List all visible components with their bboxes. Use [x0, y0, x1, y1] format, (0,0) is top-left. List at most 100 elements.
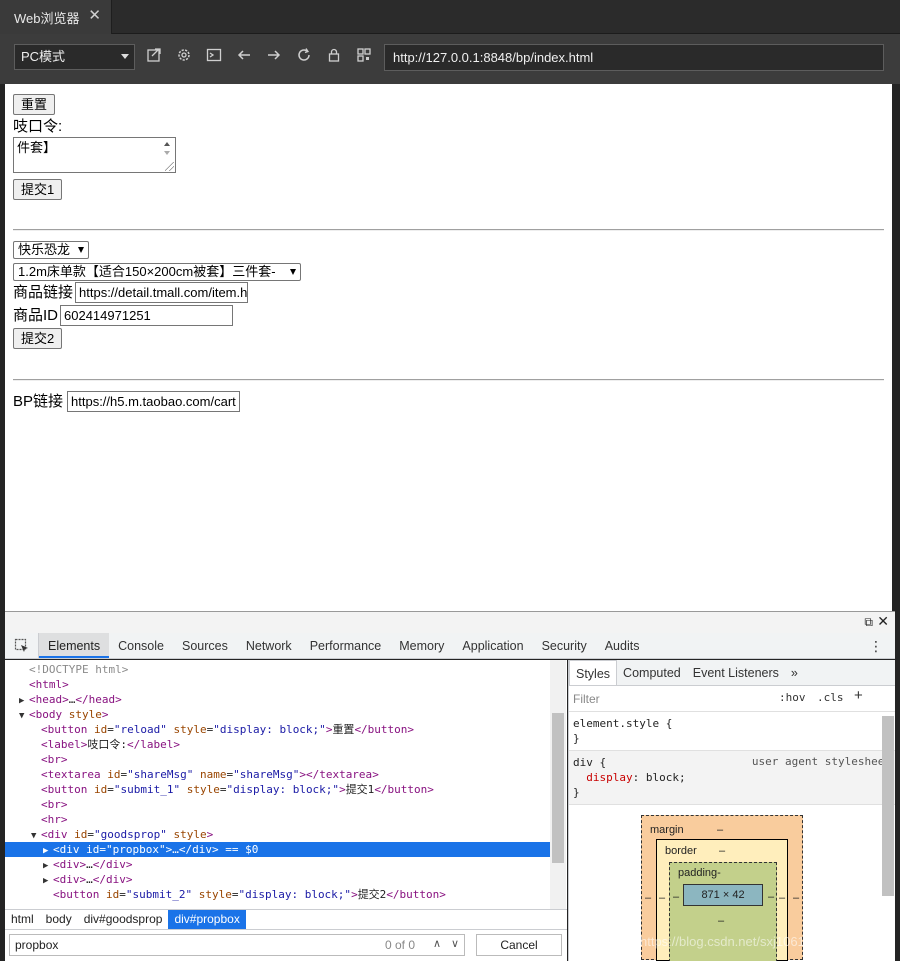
margin-right-value: – [793, 892, 800, 904]
border-top-value: – [719, 845, 726, 857]
search-next-icon[interactable]: ∨ [451, 937, 459, 950]
product-link-input[interactable]: https://detail.tmall.com/item.h [75, 282, 249, 303]
close-brace: } [573, 732, 580, 745]
browser-tab-title: Web浏览器 [14, 10, 80, 26]
submit-2-button[interactable]: 提交2 [13, 328, 63, 349]
styles-tab[interactable]: Computed [617, 660, 687, 685]
dom-node[interactable]: <textarea id="shareMsg" name="shareMsg">… [5, 767, 550, 782]
reload-icon[interactable] [294, 47, 314, 67]
dom-node-selected[interactable]: ••• ▶ <div id="propbox">…</div> == $0 [5, 842, 550, 857]
dom-node[interactable]: <br> [5, 797, 550, 812]
dom-node[interactable]: ▼ <body style> [5, 707, 550, 722]
forward-arrow-icon[interactable] [264, 47, 284, 67]
devtools-tab-console[interactable]: Console [109, 633, 173, 658]
cls-toggle[interactable]: .cls [817, 691, 844, 704]
dom-node[interactable]: <br> [5, 752, 550, 767]
search-prev-icon[interactable]: ∧ [433, 937, 441, 950]
devtools-header: ⧉ ✕ [5, 611, 895, 633]
div-rule[interactable]: div { user agent stylesheet display: blo… [569, 751, 895, 805]
dom-node[interactable]: ▶ <div>…</div> [5, 857, 550, 872]
breadcrumb-item[interactable]: html [5, 910, 40, 929]
dom-node[interactable]: ▶ <div>…</div> [5, 872, 550, 887]
padding-label: padding- [678, 867, 721, 879]
mode-select-value: PC模式 [21, 49, 66, 64]
devtools-tabs: Elements Console Sources Network Performance… [5, 633, 895, 659]
mode-select[interactable]: PC模式 [14, 44, 135, 70]
breadcrumb-item[interactable]: body [40, 910, 78, 929]
border-label: border [665, 845, 697, 857]
inspect-element-icon[interactable] [5, 633, 39, 658]
hov-toggle[interactable]: :hov [779, 691, 806, 704]
padding-right-value: – [768, 891, 775, 903]
styles-tab[interactable]: » [785, 660, 804, 685]
dom-search-bar: propbox 0 of 0 ∧ ∨ Cancel [5, 929, 567, 961]
dom-node[interactable]: ▶ <head>…</head> [5, 692, 550, 707]
margin-top-value: – [717, 824, 724, 836]
url-input[interactable]: http://127.0.0.1:8848/bp/index.html [384, 44, 884, 71]
box-model-content[interactable]: 871 × 42 [683, 884, 763, 906]
breadcrumb-item[interactable]: div#propbox [168, 910, 246, 929]
close-devtools-icon[interactable]: ✕ [877, 613, 889, 630]
terminal-icon[interactable] [204, 47, 224, 67]
node-actions-icon[interactable]: ••• [7, 842, 27, 857]
browser-tab[interactable]: Web浏览器 ✕ [0, 0, 112, 34]
dom-node[interactable]: <button id="submit_1" style="display: bl… [5, 782, 550, 797]
devtools-tab-elements[interactable]: Elements [39, 633, 110, 658]
dom-node[interactable]: <button id="reload" style="display: bloc… [5, 722, 550, 737]
dom-node[interactable]: <hr> [5, 812, 550, 827]
styles-tab[interactable]: Styles [569, 660, 618, 685]
back-arrow-icon[interactable] [234, 47, 254, 67]
dom-node[interactable]: ▼ <div id="goodsprop" style> [5, 827, 550, 842]
dom-node[interactable]: <!DOCTYPE html> [5, 662, 550, 677]
product-id-label: 商品ID [13, 306, 59, 324]
product-id-input[interactable]: 602414971251 [60, 305, 234, 326]
qr-code-icon[interactable] [354, 47, 374, 67]
margin-left-value: – [645, 892, 652, 904]
submit-1-button[interactable]: 提交1 [13, 179, 63, 200]
devtools-tab-network[interactable]: Network [237, 633, 301, 658]
shop-select[interactable]: 快乐恐龙 [13, 241, 90, 259]
border-right-value: – [779, 892, 786, 904]
share-msg-textarea[interactable]: 件套】 [13, 137, 176, 173]
reset-button[interactable]: 重置 [13, 94, 56, 115]
lock-icon[interactable] [324, 47, 344, 67]
new-rule-icon[interactable]: + [854, 687, 863, 704]
dom-node[interactable]: <button id="submit_2" style="display: bl… [5, 887, 550, 902]
bp-link-label: BP链接 [13, 392, 64, 410]
bp-link-input[interactable]: https://h5.m.taobao.com/cart [67, 391, 241, 412]
styles-scrollbar-thumb[interactable] [882, 716, 894, 896]
styles-filter[interactable]: Filter :hov .cls + [569, 686, 895, 712]
product-link-label: 商品链接 [13, 283, 74, 301]
padding-bottom-value: – [718, 915, 725, 927]
rule-source: user agent stylesheet [751, 755, 891, 768]
close-brace: } [573, 786, 580, 799]
gear-icon[interactable] [174, 47, 194, 67]
element-style-rule[interactable]: element.style { } [569, 712, 895, 751]
undock-icon[interactable]: ⧉ [864, 615, 873, 630]
close-tab-icon[interactable]: ✕ [88, 8, 101, 24]
external-link-icon[interactable] [144, 47, 164, 67]
product-select-value: 1.2m床单款【适合150×200cm被套】三件套- [18, 264, 276, 279]
resize-grip-icon[interactable] [165, 162, 174, 171]
border-left-value: – [659, 892, 666, 904]
dom-node[interactable]: <label>吱口令:</label> [5, 737, 550, 752]
devtools-tab-performance[interactable]: Performance [301, 633, 391, 658]
breadcrumb-item[interactable]: div#goodsprop [78, 910, 169, 929]
cancel-button[interactable]: Cancel [476, 934, 562, 956]
devtools-tab-security[interactable]: Security [533, 633, 596, 658]
devtools-tab-sources[interactable]: Sources [173, 633, 237, 658]
more-options-icon[interactable]: ⋮ [869, 638, 883, 655]
product-select[interactable]: 1.2m床单款【适合150×200cm被套】三件套- [13, 263, 301, 281]
browser-toolbar: PC模式 http://127.0.0.1:8848/bp/index.html [0, 34, 900, 84]
styles-pane: Styles Computed Event Listeners» Filter :h… [568, 660, 895, 961]
devtools-tab-application[interactable]: Application [453, 633, 532, 658]
styles-tab[interactable]: Event Listeners [687, 660, 785, 685]
devtools-tab-memory[interactable]: Memory [390, 633, 453, 658]
dom-tree[interactable]: <!DOCTYPE html> <html> ▶ <head>…</head> ▼ <bo… [5, 660, 567, 909]
devtools-tab-audits[interactable]: Audits [596, 633, 649, 658]
share-msg-value: 件套】 [17, 140, 57, 155]
dom-node[interactable]: <html> [5, 677, 550, 692]
dom-search-value: propbox [15, 938, 59, 952]
code-label: 吱口令: [13, 118, 63, 135]
dom-scrollbar-thumb[interactable] [552, 713, 564, 863]
